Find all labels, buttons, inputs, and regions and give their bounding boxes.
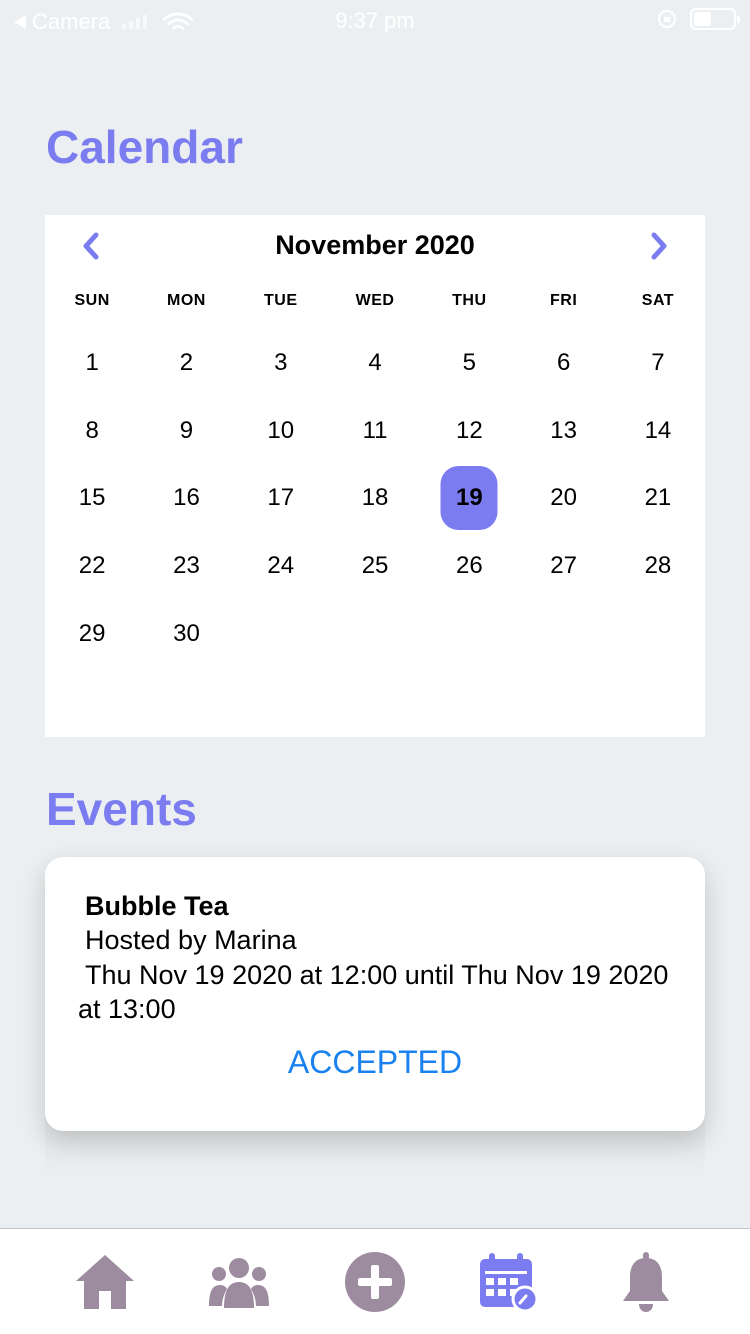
day-cell[interactable]: 9 [139, 397, 233, 465]
battery-level [694, 12, 711, 26]
day-number: 11 [362, 416, 388, 444]
day-number: 16 [173, 484, 200, 512]
tab-add[interactable] [342, 1249, 408, 1315]
day-number: 3 [274, 348, 288, 376]
day-cell[interactable]: 4 [328, 329, 422, 397]
day-cell[interactable]: 10 [234, 397, 328, 465]
weekday-label: WED [355, 292, 395, 309]
event-status-button[interactable]: ACCEPTED [45, 1044, 705, 1081]
day-number: 29 [78, 620, 106, 648]
day-cell[interactable]: 16 [139, 465, 233, 533]
day-cell[interactable]: 8 [45, 397, 139, 465]
weekday-label: SUN [74, 292, 110, 309]
calendar-icon [480, 1253, 539, 1313]
day-number: 17 [267, 484, 295, 512]
day-cell[interactable]: 29 [45, 600, 139, 668]
weekday-label: THU [452, 292, 487, 309]
day-number: 8 [85, 416, 99, 444]
calendar-header: November 2020 [45, 215, 705, 277]
day-number: 24 [267, 552, 295, 580]
calendar-widget: November 2020 SUN MON TUE WED THU FRI SAT 1234… [45, 215, 705, 737]
day-cell[interactable]: 25 [328, 532, 422, 600]
day-cell[interactable]: 18 [328, 465, 422, 533]
weekday-row: SUN MON TUE WED THU FRI SAT [45, 292, 705, 314]
day-cell[interactable]: 24 [234, 532, 328, 600]
day-number: 20 [550, 484, 577, 512]
day-cell[interactable]: 22 [45, 532, 139, 600]
event-host: Hosted by Marina [85, 925, 297, 955]
day-number: 23 [173, 552, 200, 580]
day-number: 22 [78, 552, 106, 580]
day-number: 13 [550, 416, 577, 444]
day-cell[interactable]: 1 [45, 329, 139, 397]
events-title: Events [46, 783, 197, 835]
day-number: 19 [455, 484, 483, 512]
status-right [658, 8, 740, 30]
day-cell[interactable]: 12 [422, 397, 516, 465]
tab-notifications[interactable] [613, 1249, 679, 1315]
tab-calendar[interactable] [475, 1249, 541, 1315]
day-number: 12 [455, 416, 483, 444]
add-icon [345, 1252, 405, 1312]
day-number: 5 [462, 348, 477, 376]
day-number: 2 [179, 348, 194, 376]
day-cell[interactable]: 28 [611, 532, 705, 600]
event-card[interactable]: Bubble Tea Hosted by Marina Thu Nov 19 2… [45, 857, 705, 1131]
day-cell[interactable]: 21 [611, 465, 705, 533]
month-label: November 2020 [275, 230, 475, 260]
tab-groups[interactable] [206, 1249, 272, 1315]
battery-icon [690, 8, 740, 30]
day-number: 26 [455, 552, 483, 580]
status-bar: Camera 9:37 pm [0, 0, 750, 40]
day-cell[interactable]: 27 [516, 532, 610, 600]
day-number: 1 [85, 348, 99, 376]
tab-bar [0, 1228, 750, 1334]
orientation-lock-icon [658, 10, 676, 28]
tab-home[interactable] [72, 1249, 138, 1315]
day-number: 15 [78, 484, 106, 512]
day-cell[interactable]: 15 [45, 465, 139, 533]
calendar-title: Calendar [46, 121, 243, 173]
day-number: 21 [644, 484, 672, 512]
weekday-label: FRI [549, 292, 578, 309]
weekday-label: MON [167, 292, 206, 309]
day-cell[interactable]: 13 [516, 397, 610, 465]
day-number: 28 [644, 552, 672, 580]
day-cell-selected[interactable]: 19 [422, 465, 516, 533]
day-cell[interactable]: 6 [516, 329, 610, 397]
chevron-right-icon[interactable] [643, 231, 673, 261]
day-cell[interactable]: 7 [611, 329, 705, 397]
day-number: 27 [550, 552, 577, 580]
day-number: 6 [556, 348, 571, 376]
day-cell[interactable]: 3 [234, 329, 328, 397]
status-time: 9:37 pm [335, 8, 415, 33]
day-cell[interactable]: 20 [516, 465, 610, 533]
groups-icon [209, 1258, 269, 1308]
weekday-label: SAT [641, 292, 675, 309]
day-number: 10 [267, 416, 295, 444]
day-cell[interactable]: 30 [139, 600, 233, 668]
days-grid: 1 2 3 4 5 6 7 8 9 10 11 12 13 14 15 16 17 18 19 20 21 22 23 24 2… [45, 329, 705, 668]
day-cell[interactable]: 5 [422, 329, 516, 397]
day-cell[interactable]: 26 [422, 532, 516, 600]
app-screen: Camera 9:37 pm Calendar November 2020 SU… [0, 0, 750, 1334]
home-icon [76, 1255, 134, 1309]
day-number: 7 [651, 348, 665, 376]
day-number: 30 [173, 620, 200, 648]
day-number: 4 [368, 348, 382, 376]
day-cell[interactable]: 23 [139, 532, 233, 600]
day-cell[interactable]: 11 [328, 397, 422, 465]
day-cell[interactable]: 17 [234, 465, 328, 533]
day-number: 14 [644, 416, 672, 444]
day-cell[interactable]: 14 [611, 397, 705, 465]
weekday-label: TUE [263, 292, 298, 309]
day-cell[interactable]: 2 [139, 329, 233, 397]
event-name: Bubble Tea [85, 891, 229, 921]
day-number: 9 [179, 416, 194, 444]
day-number: 25 [361, 552, 389, 580]
day-number: 18 [361, 484, 389, 512]
event-time: Thu Nov 19 2020 at 12:00 until Thu Nov 1… [78, 960, 669, 1024]
bell-icon [623, 1252, 669, 1312]
